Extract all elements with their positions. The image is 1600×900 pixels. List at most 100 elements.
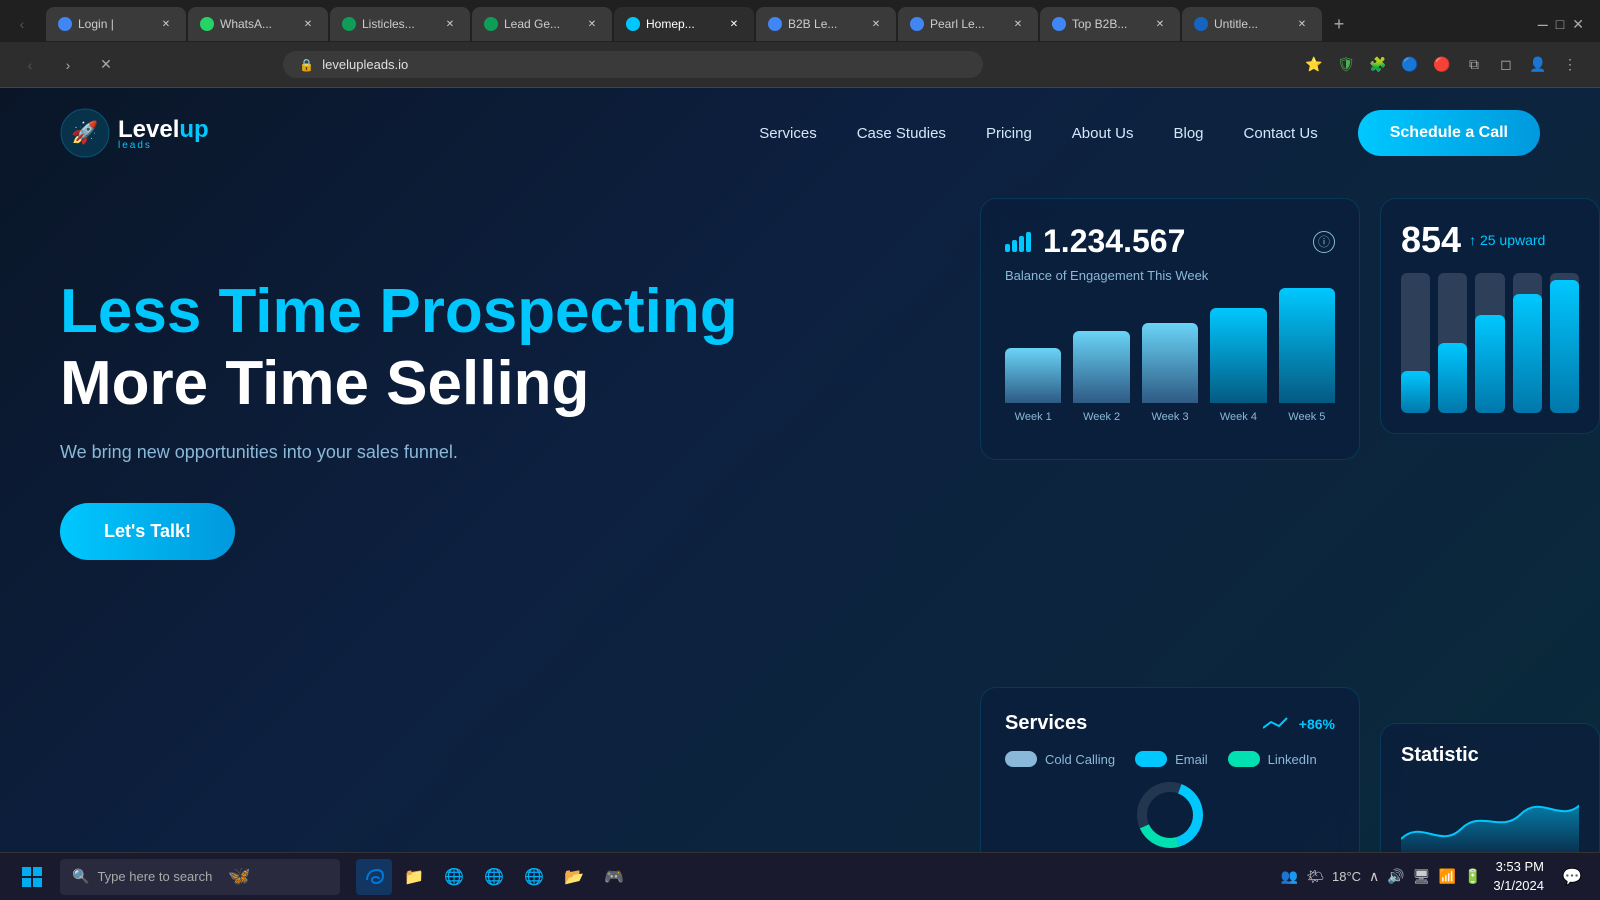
tab-close[interactable]: ✕ xyxy=(584,16,600,32)
nav-about[interactable]: About Us xyxy=(1072,125,1134,142)
tab-close[interactable]: ✕ xyxy=(442,16,458,32)
nav-pricing[interactable]: Pricing xyxy=(986,125,1032,142)
back-button[interactable]: ‹ xyxy=(16,51,44,79)
browser-chrome: ‹ Login | ✕ WhatsA... ✕ Listicles... ✕ L… xyxy=(0,0,1600,88)
profile-icon[interactable]: 👤 xyxy=(1524,51,1552,79)
taskbar: 🔍 Type here to search 🦋 📁 🌐 🌐 🌐 📂 🎮 xyxy=(0,852,1600,900)
tab-label: WhatsA... xyxy=(220,17,294,31)
toggle-email-switch[interactable] xyxy=(1135,751,1167,767)
tab-close[interactable]: ✕ xyxy=(1152,16,1168,32)
tab-login[interactable]: Login | ✕ xyxy=(46,7,186,41)
stat-bar2 xyxy=(1438,273,1467,413)
network-icon[interactable]: 📶 xyxy=(1439,868,1456,885)
schedule-call-button[interactable]: Schedule a Call xyxy=(1358,110,1540,156)
tab-close[interactable]: ✕ xyxy=(300,16,316,32)
tab-close[interactable]: ✕ xyxy=(868,16,884,32)
taskbar-edge[interactable] xyxy=(356,859,392,895)
url-bar[interactable]: 🔒 levelupleads.io xyxy=(283,51,983,78)
volume-icon[interactable]: 🔊 xyxy=(1387,868,1404,885)
menu-button[interactable]: ⋮ xyxy=(1556,51,1584,79)
battery-icon[interactable]: 🔋 xyxy=(1464,868,1481,885)
nav-case-studies[interactable]: Case Studies xyxy=(857,125,946,142)
toggle-cold-calling-switch[interactable] xyxy=(1005,751,1037,767)
clock[interactable]: 3:53 PM 3/1/2024 xyxy=(1493,858,1544,894)
close-button[interactable]: ✕ xyxy=(1572,16,1584,33)
tab-close[interactable]: ✕ xyxy=(726,16,742,32)
new-tab-button[interactable]: + xyxy=(1324,9,1354,39)
tab-pearl[interactable]: Pearl Le... ✕ xyxy=(898,7,1038,41)
week2-label: Week 2 xyxy=(1083,411,1120,423)
bar2 xyxy=(1012,240,1017,252)
tab-untitled[interactable]: Untitle... ✕ xyxy=(1182,7,1322,41)
tab-favicon xyxy=(484,17,498,31)
taskbar-app-folder[interactable]: 📂 xyxy=(556,859,592,895)
extension-icon1[interactable]: 🧩 xyxy=(1364,51,1392,79)
bar-w3 xyxy=(1142,323,1198,403)
logo[interactable]: 🚀 Levelup leads xyxy=(60,108,209,158)
taskbar-apps: 📁 🌐 🌐 🌐 📂 🎮 xyxy=(356,859,632,895)
tab-topb2b[interactable]: Top B2B... ✕ xyxy=(1040,7,1180,41)
tab-back-btn[interactable]: ‹ xyxy=(8,10,36,38)
chrome3-icon: 🌐 xyxy=(524,867,544,887)
bookmark-icon[interactable]: ⭐ xyxy=(1300,51,1328,79)
lets-talk-button[interactable]: Let's Talk! xyxy=(60,503,235,560)
explorer-icon: 📁 xyxy=(404,867,424,887)
taskbar-search[interactable]: 🔍 Type here to search 🦋 xyxy=(60,859,340,895)
sidebar-toggle[interactable]: ◻ xyxy=(1492,51,1520,79)
extensions-button[interactable]: ⧉ xyxy=(1460,51,1488,79)
forward-button[interactable]: › xyxy=(54,51,82,79)
toggle-linkedin-switch[interactable] xyxy=(1228,751,1260,767)
taskbar-chrome2[interactable]: 🌐 xyxy=(476,859,512,895)
maximize-button[interactable]: □ xyxy=(1556,16,1564,32)
tab-homepage[interactable]: Homep... ✕ xyxy=(614,7,754,41)
week4-bar: Week 4 xyxy=(1210,308,1266,423)
reload-button[interactable]: ✕ xyxy=(92,51,120,79)
bar3 xyxy=(1019,236,1024,252)
start-button[interactable] xyxy=(12,857,52,897)
tab-whatsapp[interactable]: WhatsA... ✕ xyxy=(188,7,328,41)
tab-favicon xyxy=(1194,17,1208,31)
clock-time: 3:53 PM xyxy=(1493,858,1544,876)
game-icon: 🎮 xyxy=(604,867,624,887)
nav-blog[interactable]: Blog xyxy=(1174,125,1204,142)
people-icon[interactable]: 👥 xyxy=(1281,868,1298,885)
tab-listicles[interactable]: Listicles... ✕ xyxy=(330,7,470,41)
notification-button[interactable]: 💬 xyxy=(1556,861,1588,893)
engagement-number: 1.234.567 xyxy=(1043,223,1185,260)
shield-icon[interactable]: 🛡 xyxy=(1332,51,1360,79)
display-icon[interactable]: 🖥 xyxy=(1413,868,1431,885)
extension-icon3[interactable]: 🔴 xyxy=(1428,51,1456,79)
tab-close[interactable]: ✕ xyxy=(1010,16,1026,32)
weather-icon[interactable]: 🌤 xyxy=(1306,868,1324,885)
taskbar-explorer[interactable]: 📁 xyxy=(396,859,432,895)
tab-close[interactable]: ✕ xyxy=(158,16,174,32)
taskbar-chrome3[interactable]: 🌐 xyxy=(516,859,552,895)
tab-label: Untitle... xyxy=(1214,17,1288,31)
bar-w1 xyxy=(1005,348,1061,403)
tab-label: Top B2B... xyxy=(1072,17,1146,31)
stat-bar-inner1 xyxy=(1401,371,1430,413)
services-trend: +86% xyxy=(1263,716,1335,732)
tab-b2b[interactable]: B2B Le... ✕ xyxy=(756,7,896,41)
nav-services[interactable]: Services xyxy=(759,125,817,142)
up-arrow-icon[interactable]: ∧ xyxy=(1369,868,1379,885)
extension-icon2[interactable]: 🔵 xyxy=(1396,51,1424,79)
stat-bars xyxy=(1401,273,1579,413)
edge-icon xyxy=(363,866,385,888)
nav-contact[interactable]: Contact Us xyxy=(1244,125,1318,142)
temperature: 18°C xyxy=(1332,869,1361,884)
stat-bar4 xyxy=(1513,273,1542,413)
wave-svg xyxy=(1401,779,1579,859)
tab-favicon xyxy=(58,17,72,31)
stat-number: 854 xyxy=(1401,219,1461,261)
weekly-bar-chart: Week 1 Week 2 Week 3 Week 4 xyxy=(1005,303,1335,423)
tab-close[interactable]: ✕ xyxy=(1294,16,1310,32)
info-icon[interactable]: ⓘ xyxy=(1313,231,1335,253)
tab-label: B2B Le... xyxy=(788,17,862,31)
bar-w5 xyxy=(1279,288,1335,403)
minimize-button[interactable]: – xyxy=(1538,14,1548,35)
taskbar-app-game[interactable]: 🎮 xyxy=(596,859,632,895)
system-icons: 👥 🌤 18°C ∧ 🔊 🖥 📶 🔋 xyxy=(1281,868,1482,885)
tab-leadge[interactable]: Lead Ge... ✕ xyxy=(472,7,612,41)
taskbar-chrome[interactable]: 🌐 xyxy=(436,859,472,895)
